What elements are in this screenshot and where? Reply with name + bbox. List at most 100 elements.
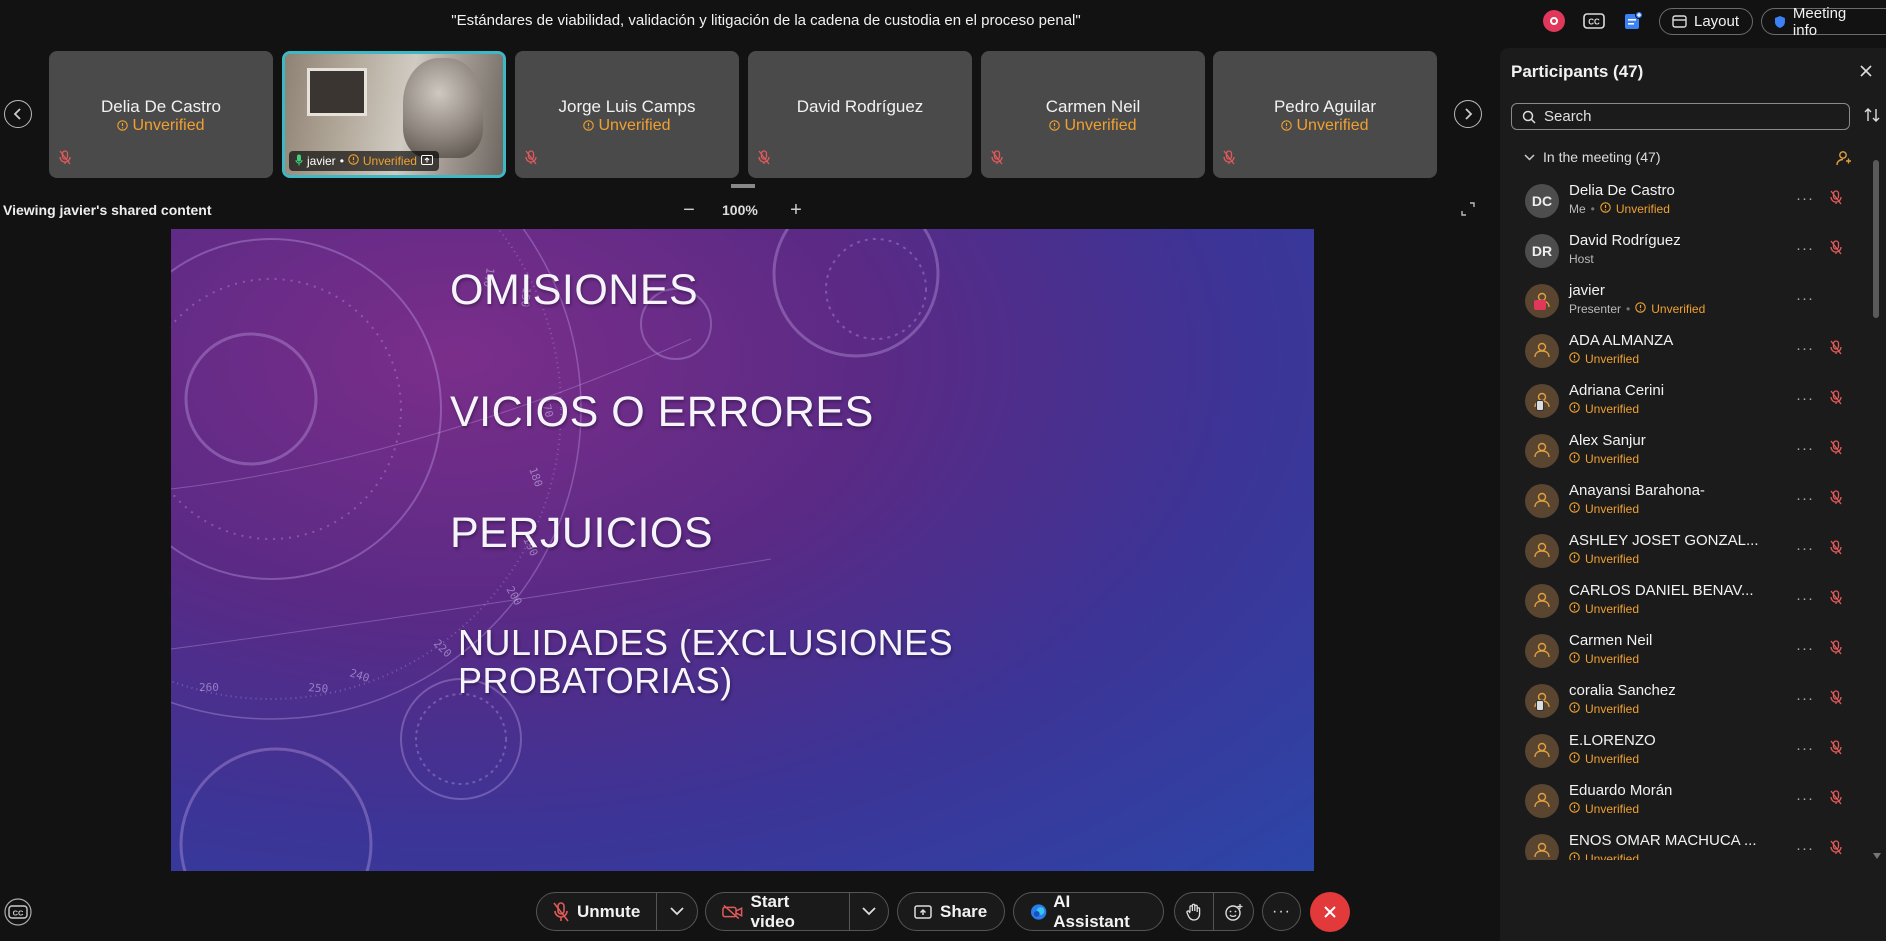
tile-name: David Rodríguez: [796, 97, 924, 116]
avatar: [1525, 584, 1559, 618]
filmstrip-prev-button[interactable]: [4, 100, 32, 128]
participant-more-button[interactable]: ···: [1796, 440, 1814, 457]
slide-decoration: 170180190200220240250260150140: [171, 229, 940, 871]
more-icon: ···: [1272, 902, 1291, 920]
audio-options-dropdown[interactable]: [656, 893, 697, 930]
microphone-muted-icon[interactable]: [1830, 690, 1842, 710]
close-panel-button[interactable]: [1860, 64, 1872, 82]
raise-hand-button[interactable]: [1175, 893, 1215, 930]
ai-assistant-button[interactable]: AI Assistant: [1013, 892, 1164, 931]
resize-handle[interactable]: [731, 184, 755, 188]
participants-scrollbar[interactable]: [1873, 160, 1879, 318]
participant-subline: Unverified: [1569, 402, 1639, 416]
notes-icon[interactable]: [1621, 10, 1645, 32]
unverified-status: Unverified: [1569, 352, 1639, 366]
video-tile[interactable]: Delia De Castro Unverified: [49, 51, 273, 178]
zoom-in-button[interactable]: +: [786, 199, 806, 222]
participant-row[interactable]: javier Presenter • Unverified ···: [1510, 276, 1872, 326]
start-video-button[interactable]: Start video: [706, 891, 849, 931]
warning-icon: [1569, 702, 1580, 716]
participant-more-button[interactable]: ···: [1796, 290, 1814, 307]
layout-button[interactable]: Layout: [1659, 8, 1753, 35]
participant-row[interactable]: DC Delia De Castro Me • Unverified ···: [1510, 176, 1872, 226]
microphone-muted-icon[interactable]: [1830, 390, 1842, 410]
participant-subline: Unverified: [1569, 602, 1639, 616]
admit-settings-icon[interactable]: [1836, 150, 1852, 171]
microphone-muted-icon[interactable]: [1830, 790, 1842, 810]
participant-row[interactable]: Adriana Cerini Unverified ···: [1510, 376, 1872, 426]
video-tile[interactable]: Jorge Luis Camps Unverified: [515, 51, 739, 178]
microphone-muted-icon[interactable]: [1830, 640, 1842, 660]
video-tile[interactable]: Carmen Neil Unverified: [981, 51, 1205, 178]
participant-row[interactable]: Alex Sanjur Unverified ···: [1510, 426, 1872, 476]
participant-row[interactable]: Anayansi Barahona- Unverified ···: [1510, 476, 1872, 526]
participant-more-button[interactable]: ···: [1796, 840, 1814, 857]
participant-more-button[interactable]: ···: [1796, 190, 1814, 207]
unmute-button[interactable]: Unmute: [537, 893, 656, 930]
status-text: Unverified: [1585, 352, 1640, 366]
meeting-info-button[interactable]: Meeting info: [1761, 5, 1886, 39]
participant-subline: Unverified: [1569, 802, 1639, 816]
zoom-out-button[interactable]: −: [679, 199, 699, 222]
participant-row[interactable]: DR David Rodríguez Host ···: [1510, 226, 1872, 276]
search-input[interactable]: [1544, 108, 1824, 125]
participant-row[interactable]: E.LORENZO Unverified ···: [1510, 726, 1872, 776]
microphone-muted-icon[interactable]: [1830, 490, 1842, 510]
participant-search-field[interactable]: [1511, 103, 1850, 130]
participant-more-button[interactable]: ···: [1796, 790, 1814, 807]
participant-row[interactable]: ADA ALMANZA Unverified ···: [1510, 326, 1872, 376]
participant-more-button[interactable]: ···: [1796, 640, 1814, 657]
recording-icon[interactable]: [1543, 10, 1565, 32]
expand-icon[interactable]: [1461, 202, 1475, 221]
ai-assistant-icon: [1030, 903, 1047, 920]
participant-more-button[interactable]: ···: [1796, 740, 1814, 757]
participant-more-button[interactable]: ···: [1796, 390, 1814, 407]
tile-status-row: Unverified: [49, 117, 273, 136]
microphone-muted-icon[interactable]: [1830, 840, 1842, 860]
in-meeting-section-header[interactable]: In the meeting (47): [1524, 149, 1661, 165]
leave-meeting-button[interactable]: [1310, 892, 1350, 932]
microphone-muted-icon[interactable]: [1830, 740, 1842, 760]
captions-toggle-button[interactable]: CC: [0, 898, 36, 931]
avatar: [1525, 334, 1559, 368]
participant-more-button[interactable]: ···: [1796, 540, 1814, 557]
video-tile[interactable]: David Rodríguez: [748, 51, 972, 178]
participant-more-button[interactable]: ···: [1796, 240, 1814, 257]
microphone-muted-icon[interactable]: [1830, 540, 1842, 560]
participant-more-button[interactable]: ···: [1796, 490, 1814, 507]
mobile-device-icon: [1536, 700, 1544, 711]
participant-more-button[interactable]: ···: [1796, 590, 1814, 607]
closed-captions-icon[interactable]: CC: [1582, 10, 1606, 32]
unverified-status: Unverified: [1569, 552, 1639, 566]
participant-row[interactable]: Carmen Neil Unverified ···: [1510, 626, 1872, 676]
microphone-muted-icon[interactable]: [1830, 340, 1842, 360]
status-text: Unverified: [1585, 802, 1640, 816]
warning-icon: [1635, 302, 1646, 316]
participant-row[interactable]: ASHLEY JOSET GONZAL... Unverified ···: [1510, 526, 1872, 576]
video-tile[interactable]: javier • Unverified: [282, 51, 506, 178]
sort-button[interactable]: [1864, 106, 1880, 129]
video-tile[interactable]: Pedro Aguilar Unverified: [1213, 51, 1437, 178]
participant-row[interactable]: coralia Sanchez Unverified ···: [1510, 676, 1872, 726]
filmstrip-next-button[interactable]: [1454, 100, 1482, 128]
status-text: Unverified: [1585, 702, 1640, 716]
participant-name: Alex Sanjur: [1569, 432, 1646, 449]
participant-row[interactable]: Eduardo Morán Unverified ···: [1510, 776, 1872, 826]
more-options-button[interactable]: ···: [1262, 892, 1301, 931]
microphone-muted-icon[interactable]: [1830, 590, 1842, 610]
scroll-down-icon[interactable]: [1873, 846, 1881, 864]
tile-name: Carmen Neil: [1045, 97, 1141, 116]
microphone-muted-icon[interactable]: [1830, 190, 1842, 210]
microphone-muted-icon[interactable]: [1830, 240, 1842, 260]
participant-more-button[interactable]: ···: [1796, 340, 1814, 357]
participant-name: coralia Sanchez: [1569, 682, 1676, 699]
start-video-label: Start video: [750, 891, 795, 931]
share-button[interactable]: Share: [897, 892, 1005, 931]
video-options-dropdown[interactable]: [848, 893, 888, 930]
reactions-button[interactable]: [1214, 893, 1253, 930]
participant-row[interactable]: ENOS OMAR MACHUCA ... Unverified ···: [1510, 826, 1872, 860]
participant-more-button[interactable]: ···: [1796, 690, 1814, 707]
unverified-status: Unverified: [1635, 302, 1705, 316]
participant-row[interactable]: CARLOS DANIEL BENAV... Unverified ···: [1510, 576, 1872, 626]
microphone-muted-icon[interactable]: [1830, 440, 1842, 460]
